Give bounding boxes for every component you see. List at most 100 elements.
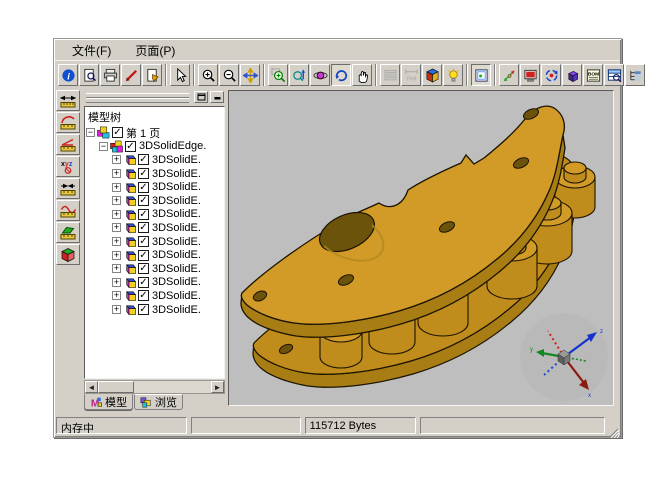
tab-model[interactable]: M模型 — [84, 394, 133, 410]
measure-curve-button[interactable] — [56, 200, 80, 221]
scroll-left-arrow[interactable]: ◄ — [85, 381, 98, 393]
resize-grip[interactable] — [609, 425, 619, 435]
tree-node-row[interactable]: − ✓3DSolidEdge. — [85, 140, 224, 154]
visibility-checkbox[interactable]: ✓ — [138, 195, 149, 206]
tree-node-label[interactable]: 3DSolidE. — [152, 236, 201, 248]
menu-file[interactable]: 文件(F) — [63, 40, 120, 61]
scrollbar-track[interactable] — [134, 381, 211, 393]
data-table-button[interactable] — [604, 64, 624, 86]
visibility-checkbox[interactable]: ✓ — [138, 168, 149, 179]
collapse-icon[interactable]: − — [99, 142, 108, 151]
panel-gripper[interactable] — [86, 98, 189, 103]
tree-node-row[interactable]: + ✓3DSolidE. — [85, 303, 224, 317]
measure-distance-button[interactable] — [56, 90, 80, 111]
tree-node-label[interactable]: 3DSolidE. — [152, 168, 201, 180]
tree-view-button[interactable] — [625, 64, 645, 86]
solids-button[interactable] — [562, 64, 582, 86]
render-mode-button[interactable] — [422, 64, 442, 86]
measure-radius-button[interactable] — [56, 112, 80, 133]
refresh-3d-button[interactable] — [541, 64, 561, 86]
tree-node-label[interactable]: 3DSolidE. — [152, 181, 201, 193]
measure-area-button[interactable] — [56, 222, 80, 243]
measure-angle-button[interactable] — [56, 134, 80, 155]
tree-node-row[interactable]: + ✓3DSolidE. — [85, 153, 224, 167]
zoom-window-button[interactable] — [268, 64, 288, 86]
expand-icon[interactable]: + — [112, 183, 121, 192]
tree-node-row[interactable]: + ✓3DSolidE. — [85, 221, 224, 235]
expand-icon[interactable]: + — [112, 223, 121, 232]
visibility-checkbox[interactable]: ✓ — [138, 263, 149, 274]
expand-icon[interactable]: + — [112, 155, 121, 164]
tab-browse[interactable]: 浏览 — [134, 394, 183, 410]
visibility-checkbox[interactable]: ✓ — [125, 141, 136, 152]
tree-node-row[interactable]: + ✓3DSolidE. — [85, 248, 224, 262]
dynamic-zoom-button[interactable] — [289, 64, 309, 86]
expand-icon[interactable]: + — [112, 169, 121, 178]
panel-header[interactable] — [84, 90, 225, 105]
visibility-checkbox[interactable]: ✓ — [138, 277, 149, 288]
info-button[interactable]: i — [58, 64, 78, 86]
scrollbar-thumb[interactable] — [98, 381, 134, 393]
visibility-checkbox[interactable]: ✓ — [138, 290, 149, 301]
tree-node-label[interactable]: 3DSolidE. — [152, 249, 201, 261]
tree-node-label[interactable]: 3DSolidE. — [152, 208, 201, 220]
orientation-ball[interactable]: z x y — [520, 313, 608, 401]
measure-coordinate-button[interactable]: xyz — [56, 156, 80, 177]
export-button[interactable] — [142, 64, 162, 86]
measure-gap-button[interactable] — [56, 178, 80, 199]
spin-button[interactable] — [331, 64, 351, 86]
measure-volume-button[interactable] — [56, 244, 80, 265]
tree-node-label[interactable]: 3DSolidE. — [152, 222, 201, 234]
3d-viewport[interactable]: z x y — [228, 90, 614, 406]
tree-node-row[interactable]: − ✓第 1 页 — [85, 126, 224, 140]
print-preview-button[interactable] — [79, 64, 99, 86]
tree-node-label[interactable]: 3DSolidE. — [152, 304, 201, 316]
expand-icon[interactable]: + — [112, 278, 121, 287]
tree-node-label[interactable]: 3DSolidE. — [152, 276, 201, 288]
zoom-out-button[interactable] — [219, 64, 239, 86]
visibility-checkbox[interactable]: ✓ — [138, 154, 149, 165]
visibility-checkbox[interactable]: ✓ — [138, 304, 149, 315]
tree-node-label[interactable]: 第 1 页 — [126, 125, 160, 141]
tree-node-label[interactable]: 3DSolidE. — [152, 195, 201, 207]
expand-icon[interactable]: + — [112, 251, 121, 260]
light-button[interactable] — [443, 64, 463, 86]
tree-node-row[interactable]: + ✓3DSolidE. — [85, 194, 224, 208]
tree-node-row[interactable]: + ✓3DSolidE. — [85, 208, 224, 222]
tree-node-label[interactable]: 3DSolidE. — [152, 290, 201, 302]
print-button[interactable] — [100, 64, 120, 86]
expand-icon[interactable]: + — [112, 291, 121, 300]
select-button[interactable] — [170, 64, 190, 86]
transform-button[interactable] — [499, 64, 519, 86]
scroll-right-arrow[interactable]: ► — [211, 381, 224, 393]
visibility-checkbox[interactable]: ✓ — [138, 250, 149, 261]
tree-node-row[interactable]: + ✓3DSolidE. — [85, 289, 224, 303]
tree-node-label[interactable]: 3DSolidEdge. — [139, 140, 206, 152]
expand-icon[interactable]: + — [112, 237, 121, 246]
visibility-checkbox[interactable]: ✓ — [138, 209, 149, 220]
expand-icon[interactable]: + — [112, 210, 121, 219]
zoom-in-button[interactable] — [198, 64, 218, 86]
visibility-checkbox[interactable]: ✓ — [112, 127, 123, 138]
panel-hide-button[interactable] — [210, 91, 224, 103]
tree-node-label[interactable]: 3DSolidE. — [152, 263, 201, 275]
tree-node-row[interactable]: + ✓3DSolidE. — [85, 262, 224, 276]
collapse-icon[interactable]: − — [86, 128, 95, 137]
visibility-checkbox[interactable]: ✓ — [138, 236, 149, 247]
bom-button[interactable]: BOM — [583, 64, 603, 86]
pan-hand-button[interactable] — [352, 64, 372, 86]
visibility-checkbox[interactable]: ✓ — [138, 222, 149, 233]
screen-button[interactable] — [520, 64, 540, 86]
expand-icon[interactable]: + — [112, 264, 121, 273]
visibility-checkbox[interactable]: ✓ — [138, 182, 149, 193]
tree-node-row[interactable]: + ✓3DSolidE. — [85, 235, 224, 249]
pan-button[interactable] — [240, 64, 260, 86]
tree-horizontal-scrollbar[interactable]: ◄ ► — [84, 380, 225, 394]
menu-page[interactable]: 页面(P) — [126, 40, 184, 61]
markup-button[interactable] — [121, 64, 141, 86]
tree-node-row[interactable]: + ✓3DSolidE. — [85, 180, 224, 194]
expand-icon[interactable]: + — [112, 196, 121, 205]
tree-node-row[interactable]: + ✓3DSolidE. — [85, 276, 224, 290]
expand-icon[interactable]: + — [112, 305, 121, 314]
tree-node-label[interactable]: 3DSolidE. — [152, 154, 201, 166]
